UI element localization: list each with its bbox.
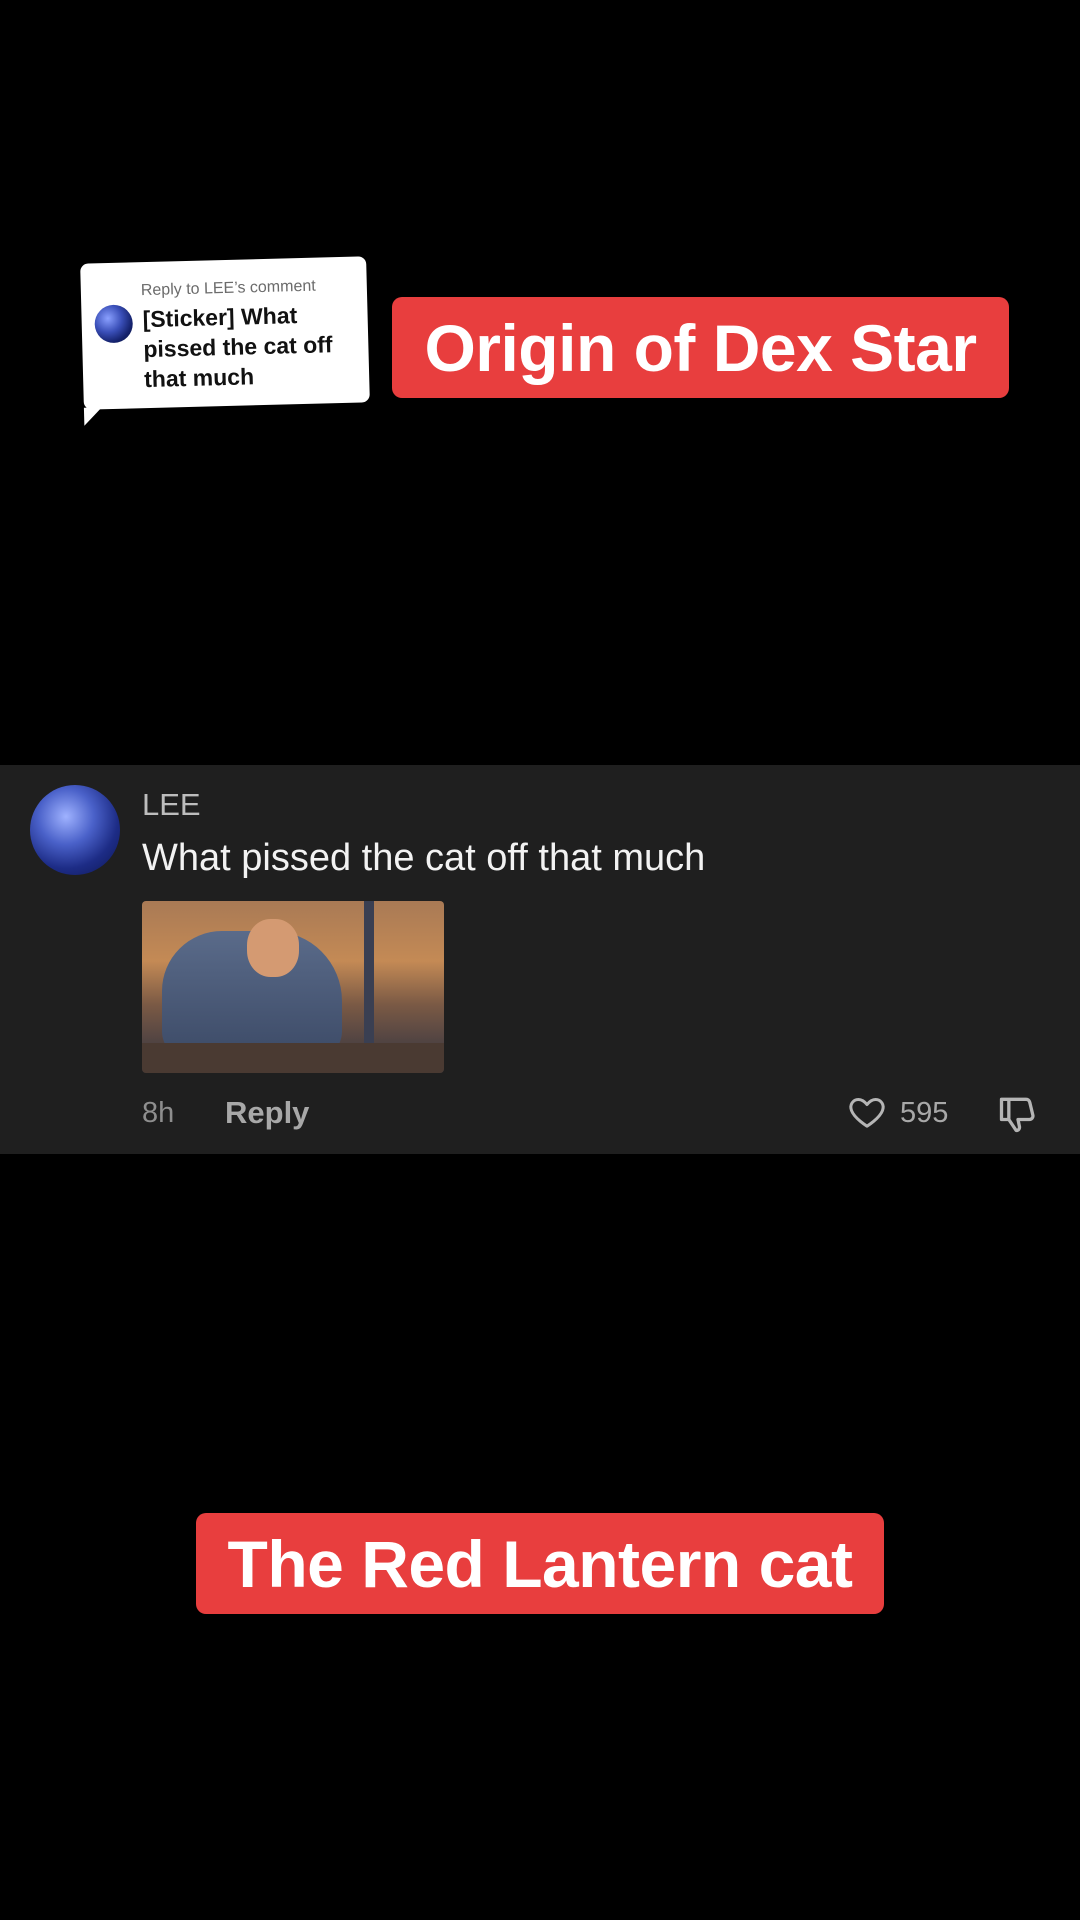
reply-sticker: Reply to LEE’s comment [Sticker] What pi… <box>80 256 370 426</box>
reply-to-label: Reply to LEE’s comment <box>140 277 316 300</box>
caption-bottom: The Red Lantern cat <box>196 1513 884 1614</box>
reply-sticker-text: [Sticker] What pissed the cat off that m… <box>142 302 333 393</box>
heart-icon[interactable] <box>846 1092 888 1132</box>
caption-top: Origin of Dex Star <box>392 297 1009 398</box>
comment-timestamp: 8h <box>142 1097 175 1129</box>
thumbs-down-icon[interactable] <box>996 1092 1040 1136</box>
avatar <box>94 304 134 344</box>
image-desk <box>142 1043 444 1073</box>
comment-username[interactable]: LEE <box>142 787 201 823</box>
image-figure-head <box>247 919 299 977</box>
comment-panel: LEE What pissed the cat off that much 8h… <box>0 765 1080 1154</box>
comment-avatar[interactable] <box>30 785 120 875</box>
speech-bubble-tail <box>83 407 103 426</box>
reply-button[interactable]: Reply <box>225 1095 309 1131</box>
like-count: 595 <box>900 1097 949 1129</box>
comment-sticker-image[interactable] <box>142 901 444 1073</box>
comment-text: What pissed the cat off that much <box>142 837 706 879</box>
